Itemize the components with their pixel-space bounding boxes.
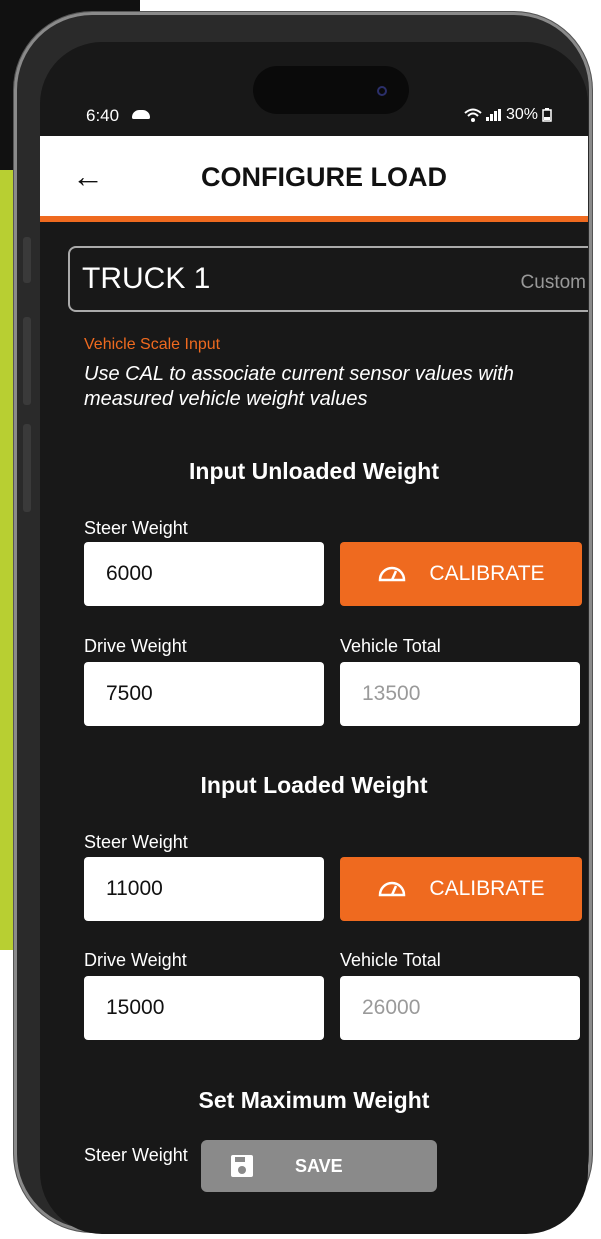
vehicle-name-field[interactable]: TRUCK 1 Custom [68,246,588,312]
section-label: Vehicle Scale Input [84,336,221,353]
unloaded-drive-label: Drive Weight [84,636,187,656]
unloaded-weight-heading: Input Unloaded Weight [189,458,439,484]
floppy-disk-icon [231,1155,253,1177]
status-bar: 6:40 30% [40,98,588,134]
calibrate-label: CALIBRATE [429,877,545,900]
unloaded-total-value: 13500 [340,662,580,726]
loaded-total-label: Vehicle Total [340,950,441,970]
loaded-drive-label: Drive Weight [84,950,187,970]
phone-screen: 6:40 30% ← CONFIGURE LOAD TRUCK 1 Custom… [40,42,588,1234]
save-label: SAVE [295,1155,343,1176]
section-description: Use CAL to associate current sensor valu… [84,363,514,410]
gauge-icon [379,881,406,897]
unloaded-total-label: Vehicle Total [340,636,441,656]
loaded-calibrate-button[interactable]: CALIBRATE [340,857,582,921]
page-title: CONFIGURE LOAD [201,162,447,192]
loaded-steer-input[interactable]: 11000 [84,857,324,921]
gauge-icon [379,566,406,582]
unloaded-steer-label: Steer Weight [84,518,188,538]
battery-icon [542,108,552,122]
loaded-total-value: 26000 [340,976,580,1040]
loaded-steer-label: Steer Weight [84,832,188,852]
phone-side-button [23,237,31,283]
loaded-drive-input[interactable]: 15000 [84,976,324,1040]
camera-icon [377,86,387,96]
vehicle-name-value: TRUCK 1 [82,262,211,295]
battery-percent: 30% [505,106,538,123]
phone-volume-down-button [23,424,31,512]
loaded-weight-heading: Input Loaded Weight [200,772,428,798]
maximum-steer-label: Steer Weight [84,1145,188,1165]
maximum-weight-heading: Set Maximum Weight [198,1087,430,1113]
signal-icon [485,109,502,121]
status-indicators: 30% [464,106,552,124]
status-time: 6:40 [86,106,120,125]
app-header: ← CONFIGURE LOAD [40,136,588,222]
cloud-icon [132,110,150,119]
unloaded-steer-input[interactable]: 6000 [84,542,324,606]
save-button[interactable]: SAVE [201,1140,437,1192]
unloaded-drive-input[interactable]: 7500 [84,662,324,726]
calibrate-label: CALIBRATE [429,562,545,585]
phone-frame: 6:40 30% ← CONFIGURE LOAD TRUCK 1 Custom… [14,12,592,1234]
unloaded-calibrate-button[interactable]: CALIBRATE [340,542,582,606]
vehicle-type-label: Custom [520,272,586,293]
phone-volume-up-button [23,317,31,405]
wifi-icon [464,108,482,122]
